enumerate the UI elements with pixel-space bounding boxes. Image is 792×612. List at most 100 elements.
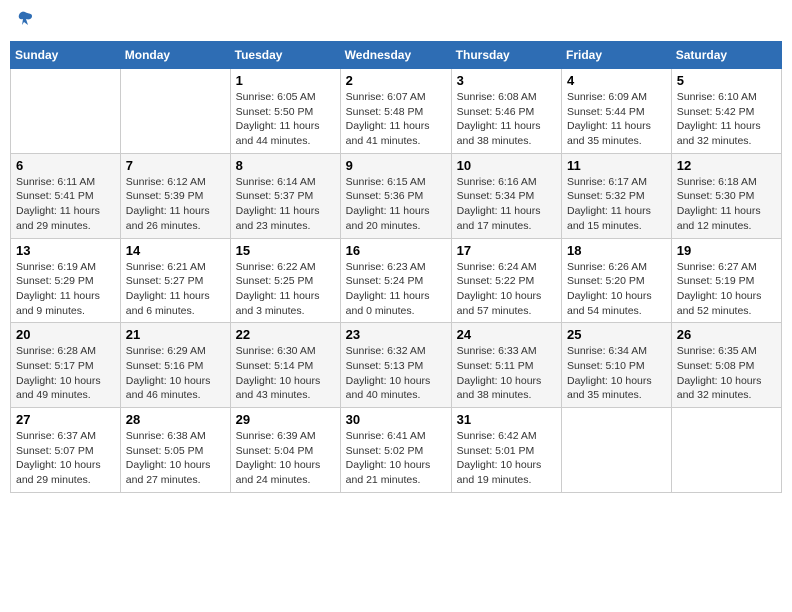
day-info: Sunrise: 6:26 AM Sunset: 5:20 PM Dayligh… (567, 260, 666, 319)
day-number: 31 (457, 412, 556, 427)
calendar-cell (562, 408, 672, 493)
calendar-cell: 27 Sunrise: 6:37 AM Sunset: 5:07 PM Dayli… (11, 408, 121, 493)
calendar-day-header: Thursday (451, 42, 561, 69)
day-number: 5 (677, 73, 776, 88)
day-info: Sunrise: 6:42 AM Sunset: 5:01 PM Dayligh… (457, 429, 556, 488)
day-info: Sunrise: 6:34 AM Sunset: 5:10 PM Dayligh… (567, 344, 666, 403)
day-info: Sunrise: 6:28 AM Sunset: 5:17 PM Dayligh… (16, 344, 115, 403)
calendar-table: SundayMondayTuesdayWednesdayThursdayFrid… (10, 41, 782, 493)
day-info: Sunrise: 6:16 AM Sunset: 5:34 PM Dayligh… (457, 175, 556, 234)
calendar-week-row: 27 Sunrise: 6:37 AM Sunset: 5:07 PM Dayli… (11, 408, 782, 493)
day-info: Sunrise: 6:21 AM Sunset: 5:27 PM Dayligh… (126, 260, 225, 319)
calendar-cell (11, 69, 121, 154)
day-info: Sunrise: 6:08 AM Sunset: 5:46 PM Dayligh… (457, 90, 556, 149)
calendar-cell: 31 Sunrise: 6:42 AM Sunset: 5:01 PM Dayli… (451, 408, 561, 493)
day-info: Sunrise: 6:32 AM Sunset: 5:13 PM Dayligh… (346, 344, 446, 403)
day-number: 3 (457, 73, 556, 88)
day-number: 8 (236, 158, 335, 173)
day-info: Sunrise: 6:17 AM Sunset: 5:32 PM Dayligh… (567, 175, 666, 234)
calendar-cell: 22 Sunrise: 6:30 AM Sunset: 5:14 PM Dayli… (230, 323, 340, 408)
day-info: Sunrise: 6:30 AM Sunset: 5:14 PM Dayligh… (236, 344, 335, 403)
calendar-cell: 24 Sunrise: 6:33 AM Sunset: 5:11 PM Dayli… (451, 323, 561, 408)
calendar-cell: 14 Sunrise: 6:21 AM Sunset: 5:27 PM Dayli… (120, 238, 230, 323)
calendar-cell (671, 408, 781, 493)
calendar-cell: 5Sunrise: 6:10 AM Sunset: 5:42 PM Daylig… (671, 69, 781, 154)
calendar-cell: 19Sunrise: 6:27 AM Sunset: 5:19 PM Dayli… (671, 238, 781, 323)
calendar-header-row: SundayMondayTuesdayWednesdayThursdayFrid… (11, 42, 782, 69)
day-info: Sunrise: 6:11 AM Sunset: 5:41 PM Dayligh… (16, 175, 115, 234)
day-info: Sunrise: 6:37 AM Sunset: 5:07 PM Dayligh… (16, 429, 115, 488)
day-info: Sunrise: 6:18 AM Sunset: 5:30 PM Dayligh… (677, 175, 776, 234)
day-number: 14 (126, 243, 225, 258)
calendar-cell: 4 Sunrise: 6:09 AM Sunset: 5:44 PM Daylig… (562, 69, 672, 154)
day-info: Sunrise: 6:05 AM Sunset: 5:50 PM Dayligh… (236, 90, 335, 149)
calendar-cell: 7 Sunrise: 6:12 AM Sunset: 5:39 PM Daylig… (120, 153, 230, 238)
calendar-cell: 6 Sunrise: 6:11 AM Sunset: 5:41 PM Daylig… (11, 153, 121, 238)
calendar-week-row: 13 Sunrise: 6:19 AM Sunset: 5:29 PM Dayli… (11, 238, 782, 323)
day-info: Sunrise: 6:12 AM Sunset: 5:39 PM Dayligh… (126, 175, 225, 234)
day-number: 18 (567, 243, 666, 258)
calendar-cell: 8 Sunrise: 6:14 AM Sunset: 5:37 PM Daylig… (230, 153, 340, 238)
day-info: Sunrise: 6:22 AM Sunset: 5:25 PM Dayligh… (236, 260, 335, 319)
day-number: 23 (346, 327, 446, 342)
day-info: Sunrise: 6:29 AM Sunset: 5:16 PM Dayligh… (126, 344, 225, 403)
day-info: Sunrise: 6:41 AM Sunset: 5:02 PM Dayligh… (346, 429, 446, 488)
calendar-cell: 3 Sunrise: 6:08 AM Sunset: 5:46 PM Daylig… (451, 69, 561, 154)
day-number: 10 (457, 158, 556, 173)
day-number: 7 (126, 158, 225, 173)
day-number: 21 (126, 327, 225, 342)
calendar-cell: 17 Sunrise: 6:24 AM Sunset: 5:22 PM Dayli… (451, 238, 561, 323)
day-info: Sunrise: 6:39 AM Sunset: 5:04 PM Dayligh… (236, 429, 335, 488)
calendar-cell: 20 Sunrise: 6:28 AM Sunset: 5:17 PM Dayli… (11, 323, 121, 408)
day-info: Sunrise: 6:33 AM Sunset: 5:11 PM Dayligh… (457, 344, 556, 403)
calendar-cell: 15Sunrise: 6:22 AM Sunset: 5:25 PM Dayli… (230, 238, 340, 323)
calendar-cell: 11 Sunrise: 6:17 AM Sunset: 5:32 PM Dayli… (562, 153, 672, 238)
calendar-cell: 12 Sunrise: 6:18 AM Sunset: 5:30 PM Dayli… (671, 153, 781, 238)
day-info: Sunrise: 6:19 AM Sunset: 5:29 PM Dayligh… (16, 260, 115, 319)
calendar-cell: 9 Sunrise: 6:15 AM Sunset: 5:36 PM Daylig… (340, 153, 451, 238)
day-number: 12 (677, 158, 776, 173)
logo-bird-icon (16, 10, 34, 28)
page-header (10, 10, 782, 33)
day-number: 13 (16, 243, 115, 258)
calendar-day-header: Friday (562, 42, 672, 69)
calendar-cell: 25 Sunrise: 6:34 AM Sunset: 5:10 PM Dayli… (562, 323, 672, 408)
day-number: 4 (567, 73, 666, 88)
calendar-cell: 28Sunrise: 6:38 AM Sunset: 5:05 PM Dayli… (120, 408, 230, 493)
day-number: 17 (457, 243, 556, 258)
day-info: Sunrise: 6:09 AM Sunset: 5:44 PM Dayligh… (567, 90, 666, 149)
calendar-day-header: Saturday (671, 42, 781, 69)
day-info: Sunrise: 6:23 AM Sunset: 5:24 PM Dayligh… (346, 260, 446, 319)
day-number: 30 (346, 412, 446, 427)
calendar-day-header: Tuesday (230, 42, 340, 69)
day-info: Sunrise: 6:15 AM Sunset: 5:36 PM Dayligh… (346, 175, 446, 234)
day-info: Sunrise: 6:14 AM Sunset: 5:37 PM Dayligh… (236, 175, 335, 234)
calendar-week-row: 1 Sunrise: 6:05 AM Sunset: 5:50 PM Daylig… (11, 69, 782, 154)
logo (14, 10, 34, 33)
day-number: 26 (677, 327, 776, 342)
calendar-cell: 10 Sunrise: 6:16 AM Sunset: 5:34 PM Dayli… (451, 153, 561, 238)
day-number: 25 (567, 327, 666, 342)
calendar-cell: 29 Sunrise: 6:39 AM Sunset: 5:04 PM Dayli… (230, 408, 340, 493)
calendar-cell: 16 Sunrise: 6:23 AM Sunset: 5:24 PM Dayli… (340, 238, 451, 323)
day-info: Sunrise: 6:35 AM Sunset: 5:08 PM Dayligh… (677, 344, 776, 403)
calendar-day-header: Wednesday (340, 42, 451, 69)
day-number: 28 (126, 412, 225, 427)
day-number: 11 (567, 158, 666, 173)
calendar-cell: 26 Sunrise: 6:35 AM Sunset: 5:08 PM Dayli… (671, 323, 781, 408)
day-number: 19 (677, 243, 776, 258)
day-number: 29 (236, 412, 335, 427)
day-number: 6 (16, 158, 115, 173)
day-number: 9 (346, 158, 446, 173)
day-number: 20 (16, 327, 115, 342)
day-number: 1 (236, 73, 335, 88)
day-number: 24 (457, 327, 556, 342)
day-info: Sunrise: 6:24 AM Sunset: 5:22 PM Dayligh… (457, 260, 556, 319)
day-info: Sunrise: 6:07 AM Sunset: 5:48 PM Dayligh… (346, 90, 446, 149)
day-number: 27 (16, 412, 115, 427)
day-number: 16 (346, 243, 446, 258)
calendar-cell: 13 Sunrise: 6:19 AM Sunset: 5:29 PM Dayli… (11, 238, 121, 323)
calendar-cell: 30 Sunrise: 6:41 AM Sunset: 5:02 PM Dayli… (340, 408, 451, 493)
day-number: 22 (236, 327, 335, 342)
calendar-day-header: Sunday (11, 42, 121, 69)
